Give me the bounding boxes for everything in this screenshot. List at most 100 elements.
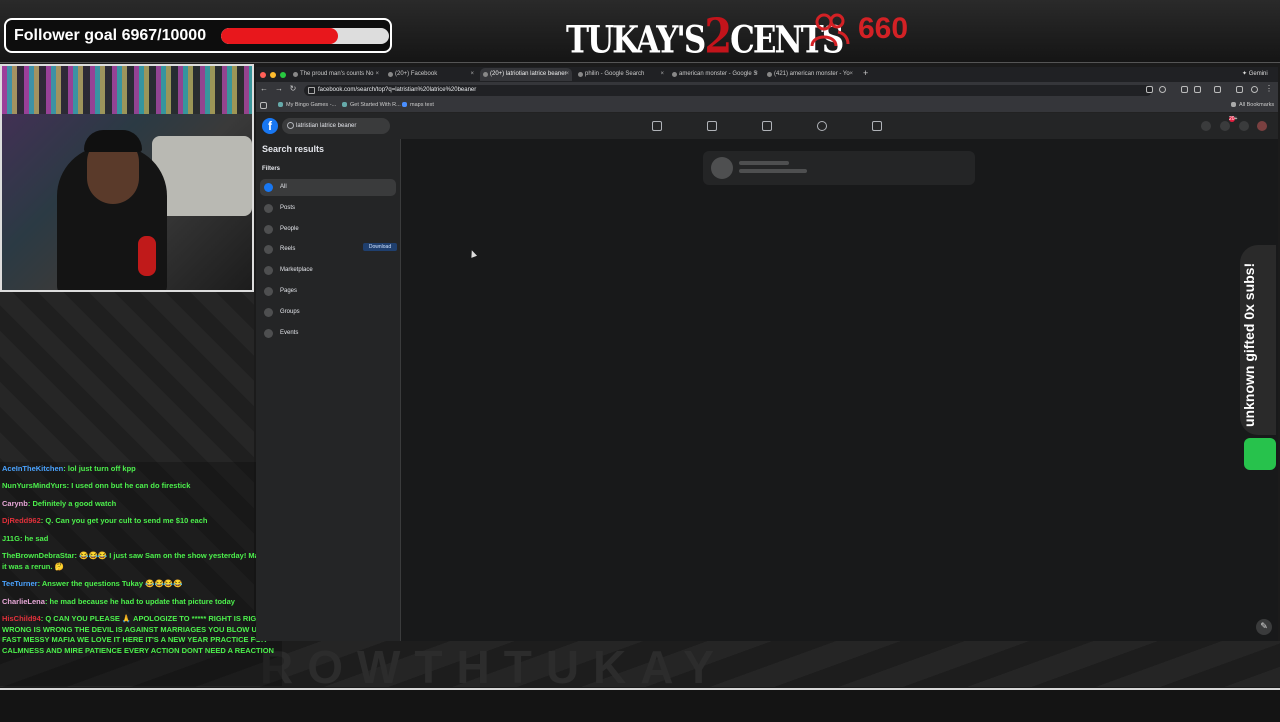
chat-text: lol just turn off kpp (67, 464, 136, 473)
site-info-icon[interactable] (308, 87, 315, 94)
loading-text-placeholder (739, 161, 789, 165)
chat-username[interactable]: J11G (2, 534, 20, 543)
browser-tab-4[interactable]: american monster - Google S × (669, 68, 761, 81)
browser-tab-label: (421) american monster - Yo (774, 71, 850, 77)
filter-posts[interactable]: Posts (260, 200, 396, 217)
chat-username[interactable]: Carynb (2, 499, 28, 508)
new-message-edit-icon[interactable]: ✎ (1256, 619, 1272, 635)
browser-tab-2[interactable]: (20+) latriotian latrice beaner × (480, 68, 572, 81)
chat-message: TheBrownDebraStar: 😂😂😂 I just saw Sam on… (2, 551, 278, 572)
downloads-icon[interactable] (1236, 86, 1243, 93)
browser-tab-label: american monster - Google S (679, 71, 758, 77)
apps-grid-icon[interactable] (260, 102, 267, 109)
marketplace-icon[interactable] (762, 121, 772, 131)
chat-username[interactable]: CharlieLena (2, 597, 45, 606)
back-arrow-icon[interactable]: ← (259, 84, 269, 93)
extensions-puzzle-icon[interactable] (1194, 86, 1201, 93)
filter-pages[interactable]: Pages (260, 283, 396, 300)
all-bookmarks-button[interactable]: All Bookmarks (1231, 99, 1274, 112)
profile-icon[interactable] (1251, 86, 1258, 93)
browser-menu-icon[interactable]: ⋮ (1264, 84, 1274, 93)
browser-tab-1[interactable]: (20+) Facebook × (385, 68, 477, 81)
chat-username[interactable]: DjRedd962 (2, 516, 41, 525)
tab-close-icon[interactable]: × (754, 68, 758, 81)
browser-window: The proud man's counts No × (20+) Facebook… (256, 67, 1278, 641)
chat-username[interactable]: TeeTurner (2, 579, 38, 588)
filter-all[interactable]: All (260, 179, 396, 196)
window-close-icon[interactable] (260, 72, 266, 78)
facebook-logo[interactable]: f (262, 118, 278, 134)
filter-people[interactable]: People (260, 221, 396, 238)
search-filters-sidebar: Search results Filters All Posts People Ree… (256, 139, 401, 641)
tab-close-icon[interactable]: × (849, 68, 853, 81)
bookmark-favicon-icon (342, 102, 347, 108)
groups-icon[interactable] (817, 121, 827, 131)
browser-tab-0[interactable]: The proud man's counts No × (290, 68, 382, 81)
gemini-button[interactable]: ✦ Gemini (1242, 69, 1268, 80)
download-button[interactable]: Download (363, 243, 397, 251)
chat-text: Q. Can you get your cult to send me $10 … (45, 516, 208, 525)
chat-username[interactable]: AceInTheKitchen (2, 464, 63, 473)
chat-message: Carynb: Definitely a good watch (2, 499, 278, 510)
tab-close-icon[interactable]: × (375, 68, 379, 81)
side-panel-icon[interactable] (1214, 86, 1221, 93)
filter-marketplace[interactable]: Marketplace (260, 262, 396, 279)
new-tab-button[interactable]: + (863, 68, 868, 78)
bookmark-item-0[interactable]: My Bingo Games -... (278, 99, 336, 112)
chat-text: he mad because he had to update that pic… (49, 597, 235, 606)
channel-logo: TUKAY'S2CENTS (566, 8, 844, 64)
browser-tab-5[interactable]: (421) american monster - Yo × (764, 68, 856, 81)
facebook-search-input[interactable]: latristian latrice beaner (282, 118, 390, 134)
tab-close-icon[interactable]: × (470, 68, 474, 81)
forward-arrow-icon[interactable]: → (274, 84, 284, 93)
bookmark-favicon-icon (402, 102, 407, 108)
bookmark-item-2[interactable]: maps text (402, 99, 434, 112)
chat-username[interactable]: TheBrownDebraStar (2, 551, 75, 560)
address-bar-url: facebook.com/search/top?q=latristian%20l… (318, 87, 477, 93)
browser-tab-label: (20+) latriotian latrice beaner (490, 71, 567, 77)
follower-goal-label: Follower goal 6967/10000 (14, 27, 207, 44)
chat-message: TeeTurner: Answer the questions Tukay 😂😂… (2, 579, 278, 590)
account-avatar[interactable] (1257, 121, 1267, 131)
notifications-bell-icon[interactable] (1239, 121, 1249, 131)
gaming-icon[interactable] (872, 121, 882, 131)
chat-username[interactable]: HisChild94 (2, 614, 41, 623)
share-icon[interactable] (1146, 86, 1153, 93)
video-icon[interactable] (707, 121, 717, 131)
bookmark-item-1[interactable]: Get Started With R... (342, 99, 401, 112)
filter-all-icon (264, 183, 273, 192)
tab-close-icon[interactable]: × (660, 68, 664, 81)
gift-icon (1244, 438, 1276, 470)
search-icon (287, 122, 294, 129)
tab-favicon-icon (672, 72, 677, 77)
menu-grid-icon[interactable] (1201, 121, 1211, 131)
facebook-header: f latristian latrice beaner 20+ (256, 113, 1278, 140)
filter-groups[interactable]: Groups (260, 304, 396, 321)
filter-label: Events (280, 329, 299, 336)
extension-icon[interactable] (1181, 86, 1188, 93)
address-bar[interactable]: facebook.com/search/top?q=latristian%20l… (304, 85, 1152, 96)
window-minimize-icon[interactable] (270, 72, 276, 78)
loading-result-card (703, 151, 975, 185)
notification-badge: 20+ (1229, 116, 1238, 122)
chat-text: Answer the questions Tukay 😂😂😂😂 (41, 579, 183, 588)
viewer-count: 660 (858, 12, 909, 45)
tab-close-icon[interactable]: × (565, 68, 569, 81)
browser-tab-label: (20+) Facebook (395, 71, 438, 77)
reload-icon[interactable]: ↻ (288, 84, 298, 93)
bookmark-star-icon[interactable] (1159, 86, 1166, 93)
browser-tab-3[interactable]: philin - Google Search × (575, 68, 667, 81)
search-results-main (401, 139, 1278, 641)
home-icon[interactable] (652, 121, 662, 131)
filter-groups-icon (264, 307, 273, 317)
chat-username[interactable]: NunYursMindYurs (2, 481, 67, 490)
window-maximize-icon[interactable] (280, 72, 286, 78)
tab-favicon-icon (388, 72, 393, 77)
browser-toolbar: ← → ↻ facebook.com/search/top?q=latristi… (256, 82, 1278, 99)
bookmarks-bar: My Bingo Games -... Get Started With R..… (256, 99, 1278, 113)
chat-text: he sad (24, 534, 49, 543)
messenger-icon[interactable] (1220, 121, 1230, 131)
filter-label: Marketplace (280, 267, 313, 274)
filter-events[interactable]: Events (260, 325, 396, 342)
filter-people-icon (264, 224, 273, 234)
